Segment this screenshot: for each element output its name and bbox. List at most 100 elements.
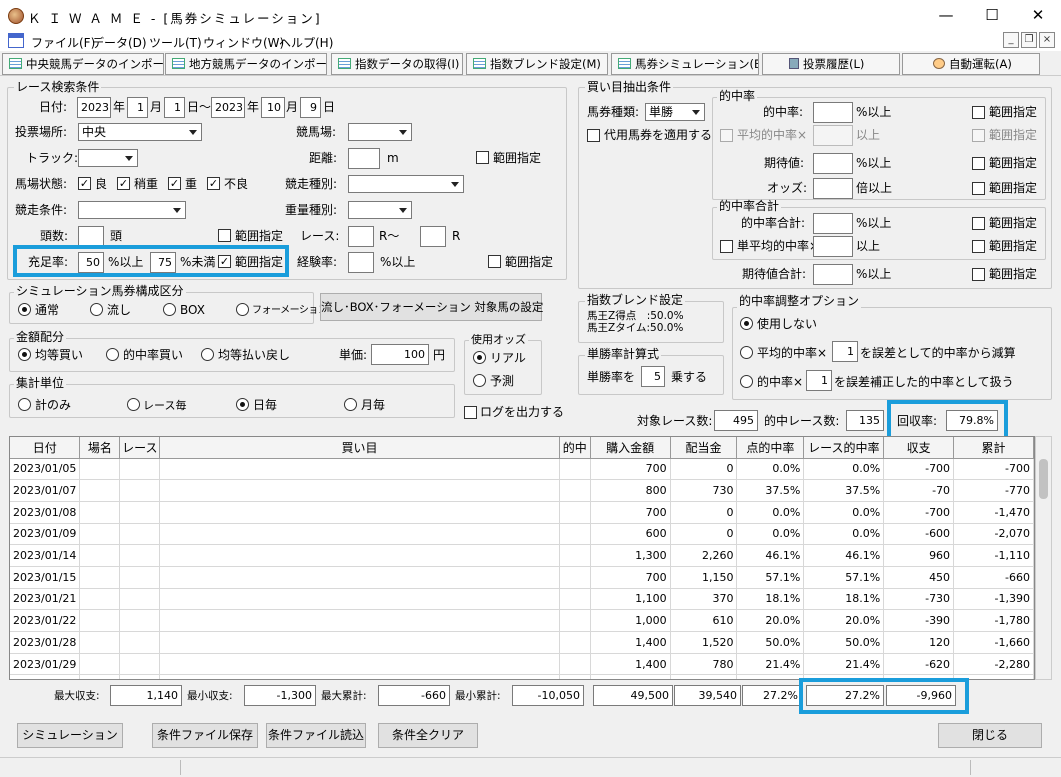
agg-month-radio[interactable] — [344, 398, 357, 411]
col-point-hit-header[interactable]: 点的中率 — [736, 437, 805, 459]
end-month-input[interactable]: 10 — [261, 97, 285, 118]
get-index-button[interactable]: 指数データの取得(I) — [331, 53, 463, 75]
money-equal-radio[interactable] — [18, 348, 31, 361]
table-row[interactable]: 2023/01/05 700 0 0.0% 0.0% -700 -700 — [10, 458, 1034, 481]
substitute-ticket-checkbox[interactable] — [587, 129, 600, 142]
ground-good-checkbox[interactable]: ✓ — [78, 177, 91, 190]
avg-hit-range-checkbox[interactable] — [972, 129, 985, 142]
start-year-input[interactable]: 2023 — [77, 97, 111, 118]
col-balance-header[interactable]: 収支 — [883, 437, 955, 459]
target-horse-settings-button[interactable]: 流し･BOX･フォーメーション 対象馬の設定 — [320, 293, 543, 321]
ev-sum-input[interactable] — [813, 264, 853, 285]
mdi-restore-button[interactable]: ❐ — [1021, 32, 1037, 48]
distance-input[interactable] — [348, 148, 380, 169]
mdi-close-button[interactable]: × — [1039, 32, 1055, 48]
col-venue-header[interactable]: 場名 — [79, 437, 121, 459]
sim-nagashi-radio[interactable] — [90, 303, 103, 316]
col-payout-header[interactable]: 配当金 — [670, 437, 738, 459]
expected-value-input[interactable] — [813, 153, 853, 174]
col-bet-header[interactable]: 買い目 — [159, 437, 560, 459]
hit-sum-range-checkbox[interactable] — [972, 217, 985, 230]
agg-race-radio[interactable] — [127, 398, 140, 411]
heads-input[interactable] — [78, 226, 104, 247]
close-window-button[interactable]: ✕ — [1015, 0, 1061, 31]
ground-slightly-heavy-checkbox[interactable]: ✓ — [117, 177, 130, 190]
odds-real-radio[interactable] — [473, 351, 486, 364]
log-output-checkbox[interactable] — [464, 406, 477, 419]
start-day-input[interactable]: 1 — [164, 97, 185, 118]
scroll-thumb[interactable] — [1039, 459, 1048, 499]
hit-rate-range-checkbox[interactable] — [972, 106, 985, 119]
mdi-document-icon[interactable] — [8, 33, 24, 48]
col-race-header[interactable]: レース — [119, 437, 161, 459]
ground-heavy-checkbox[interactable]: ✓ — [168, 177, 181, 190]
weight-kind-select[interactable] — [348, 201, 412, 219]
table-row[interactable]: 2023/01/28 1,400 1,520 50.0% 50.0% 120 -1,660 — [10, 631, 1034, 654]
index-blend-button[interactable]: 指数ブレンド設定(M) — [466, 53, 608, 75]
table-row[interactable]: 2023/01/07 800 730 37.5% 37.5% -70 -770 — [10, 479, 1034, 502]
odds-predicted-radio[interactable] — [473, 374, 486, 387]
adjust-subtract-radio[interactable] — [740, 346, 753, 359]
table-row[interactable]: 2023/01/29 1,400 780 21.4% 21.4% -620 -2,280 — [10, 653, 1034, 676]
unit-price-input[interactable]: 100 — [371, 344, 429, 365]
bet-kind-select[interactable]: 単勝 — [645, 103, 705, 121]
col-cumulative-header[interactable]: 累計 — [953, 437, 1034, 459]
table-row[interactable]: 2023/01/22 1,000 610 20.0% 20.0% -390 -1,780 — [10, 609, 1034, 632]
race-condition-select[interactable] — [78, 201, 186, 219]
table-row[interactable]: 2023/01/08 700 0 0.0% 0.0% -700 -1,470 — [10, 501, 1034, 524]
single-avg-checkbox[interactable] — [720, 240, 733, 253]
bet-simulation-button[interactable]: 馬券シミュレーション(B) — [611, 53, 759, 75]
sim-formation-radio[interactable] — [236, 303, 249, 316]
avg-hit-rate-checkbox[interactable] — [720, 129, 733, 142]
odds-range-checkbox[interactable] — [972, 182, 985, 195]
start-month-input[interactable]: 1 — [127, 97, 148, 118]
import-nar-button[interactable]: 地方競馬データのインポート(N) — [165, 53, 327, 75]
col-date-header[interactable]: 日付 — [10, 437, 81, 459]
menu-file[interactable]: ファイル(F) — [31, 34, 95, 51]
results-grid[interactable]: 日付 場名 レース 買い目 的中 購入金額 配当金 点的中率 レース的中率 収支 累計 2023/0… — [9, 436, 1035, 680]
save-conditions-button[interactable]: 条件ファイル保存 — [152, 723, 258, 748]
experience-range-checkbox[interactable] — [488, 255, 501, 268]
agg-total-radio[interactable] — [18, 398, 31, 411]
agg-day-radio[interactable] — [236, 398, 249, 411]
maximize-button[interactable]: ☐ — [969, 0, 1015, 31]
menu-help[interactable]: ヘルプ(H) — [279, 34, 333, 51]
money-payout-radio[interactable] — [201, 348, 214, 361]
distance-range-checkbox[interactable] — [476, 151, 489, 164]
racecourse-select[interactable] — [348, 123, 412, 141]
col-hit-header[interactable]: 的中 — [559, 437, 591, 459]
ground-bad-checkbox[interactable]: ✓ — [207, 177, 220, 190]
adjust-correct-radio[interactable] — [740, 375, 753, 388]
money-hitrate-radio[interactable] — [106, 348, 119, 361]
race-to-input[interactable] — [420, 226, 446, 247]
single-avg-input[interactable] — [813, 236, 853, 257]
minimize-button[interactable]: — — [923, 0, 969, 31]
experience-rate-input[interactable] — [348, 252, 374, 273]
end-year-input[interactable]: 2023 — [211, 97, 245, 118]
grid-vertical-scrollbar[interactable] — [1035, 436, 1052, 680]
adjust-subtract-input[interactable]: 1 — [832, 341, 858, 362]
vote-history-button[interactable]: 投票履歴(L) — [762, 53, 900, 75]
race-from-input[interactable] — [348, 226, 374, 247]
single-avg-range-checkbox[interactable] — [972, 240, 985, 253]
race-kind-select[interactable] — [348, 175, 464, 193]
import-jra-button[interactable]: 中央競馬データのインポート(J) — [2, 53, 164, 75]
ev-range-checkbox[interactable] — [972, 157, 985, 170]
clear-conditions-button[interactable]: 条件全クリア — [378, 723, 478, 748]
simulation-button[interactable]: シミュレーション — [17, 723, 123, 748]
adjust-correct-input[interactable]: 1 — [806, 370, 832, 391]
menu-data[interactable]: データ(D) — [92, 34, 147, 51]
menu-window[interactable]: ウィンドウ(W) — [203, 34, 284, 51]
col-race-hit-header[interactable]: レース的中率 — [803, 437, 885, 459]
win-rate-power-input[interactable]: 5 — [641, 366, 665, 387]
close-button[interactable]: 閉じる — [938, 723, 1042, 748]
table-row[interactable]: 2023/01/15 700 1,150 57.1% 57.1% 450 -660 — [10, 566, 1034, 589]
end-day-input[interactable]: 9 — [300, 97, 321, 118]
ev-sum-range-checkbox[interactable] — [972, 268, 985, 281]
table-row[interactable]: 2023/01/14 1,300 2,260 46.1% 46.1% 960 -1,110 — [10, 544, 1034, 567]
hit-rate-input[interactable] — [813, 102, 853, 123]
odds-input[interactable] — [813, 178, 853, 199]
auto-run-button[interactable]: 自動運転(A) — [902, 53, 1040, 75]
hit-rate-sum-input[interactable] — [813, 213, 853, 234]
track-select[interactable] — [78, 149, 138, 167]
